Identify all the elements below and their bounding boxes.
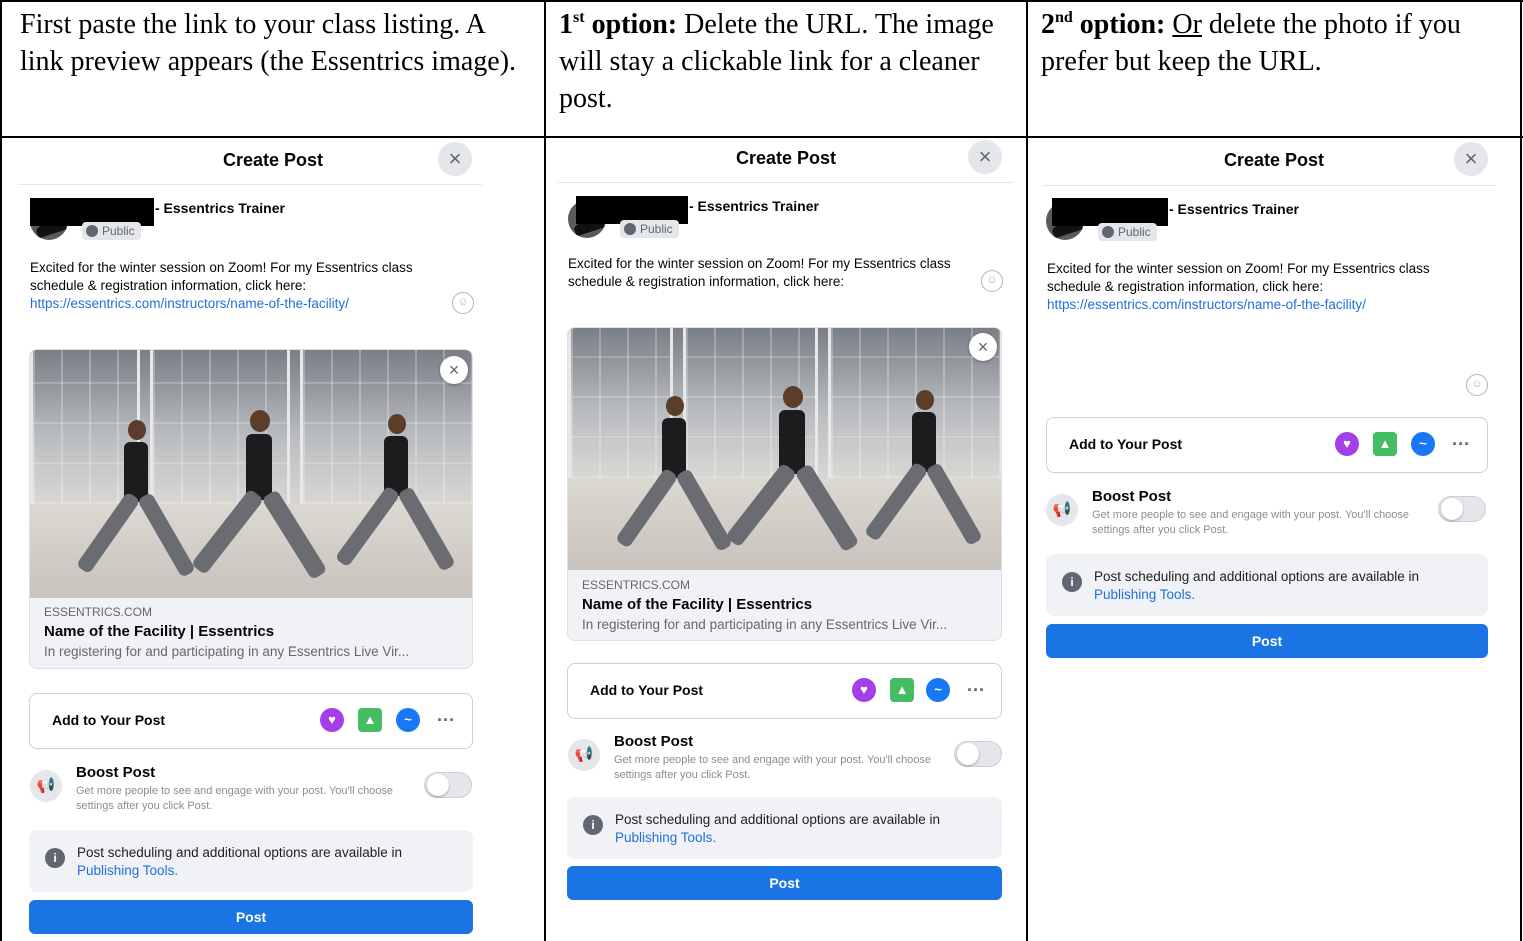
photo-video-icon[interactable]: ▲ — [890, 678, 914, 702]
add-to-post-label: Add to Your Post — [590, 682, 704, 698]
post-button[interactable]: Post — [29, 900, 473, 934]
remove-preview-icon[interactable]: × — [440, 356, 468, 384]
scheduling-info: i Post scheduling and additional options… — [567, 797, 1002, 859]
panel-title: Create Post — [1223, 150, 1325, 170]
globe-icon — [624, 223, 636, 235]
close-icon[interactable]: × — [968, 140, 1002, 174]
photo-video-icon[interactable]: ▲ — [358, 708, 382, 732]
messenger-icon[interactable]: ~ — [396, 708, 420, 732]
boost-post-description: Get more people to see and engage with y… — [76, 785, 394, 812]
messenger-icon[interactable]: ~ — [926, 678, 950, 702]
boost-post-description: Get more people to see and engage with y… — [614, 754, 932, 781]
boost-post-row: 📢 Boost Post Get more people to see and … — [568, 733, 1003, 789]
panel-title: Create Post — [735, 148, 837, 168]
user-name: - Essentrics Trainer — [155, 200, 285, 216]
tag-people-icon[interactable]: ♥ — [320, 708, 344, 732]
tag-people-icon[interactable]: ♥ — [1335, 432, 1359, 456]
scheduling-info: i Post scheduling and additional options… — [29, 830, 473, 892]
tag-people-icon[interactable]: ♥ — [852, 678, 876, 702]
audience-selector[interactable]: Public — [82, 222, 141, 240]
more-options-icon[interactable]: ··· — [1449, 435, 1473, 459]
info-icon: i — [583, 815, 603, 835]
table-border-right — [1520, 0, 1522, 941]
close-icon[interactable]: × — [1454, 142, 1488, 176]
info-icon: i — [45, 848, 65, 868]
publishing-tools-link[interactable]: Publishing Tools. — [1094, 587, 1195, 602]
globe-icon — [1102, 226, 1114, 238]
preview-title: Name of the Facility | Essentrics — [44, 623, 275, 640]
audience-selector[interactable]: Public — [620, 220, 679, 238]
caption-option-2: 2nd option: Or delete the photo if you p… — [1041, 9, 1461, 77]
preview-title: Name of the Facility | Essentrics — [582, 596, 813, 613]
link-preview[interactable]: × ESSENTRICS.COM Name of the Facility | … — [567, 327, 1002, 641]
create-post-panel-2: Create Post × - Essentrics Trainer Publi… — [546, 138, 1026, 941]
redacted-name — [1052, 198, 1168, 226]
remove-preview-icon[interactable]: × — [969, 333, 997, 361]
boost-toggle[interactable] — [424, 772, 472, 798]
preview-domain: ESSENTRICS.COM — [582, 578, 691, 592]
user-name: - Essentrics Trainer — [1169, 201, 1299, 217]
boost-post-title: Boost Post — [1092, 488, 1172, 505]
add-to-post-bar: Add to Your Post ♥ ▲ ~ ··· — [29, 693, 473, 749]
preview-description: In registering for and participating in … — [582, 617, 948, 632]
post-url[interactable]: https://essentrics.com/instructors/name-… — [30, 295, 460, 313]
megaphone-icon: 📢 — [568, 739, 600, 771]
boost-toggle[interactable] — [1438, 496, 1486, 522]
boost-post-row: 📢 Boost Post Get more people to see and … — [1046, 488, 1488, 544]
megaphone-icon: 📢 — [30, 770, 62, 802]
scheduling-info: i Post scheduling and additional options… — [1046, 554, 1488, 616]
boost-post-title: Boost Post — [614, 733, 694, 750]
info-icon: i — [1062, 572, 1082, 592]
add-to-post-bar: Add to Your Post ♥ ▲ ~ ··· — [1046, 417, 1488, 473]
messenger-icon[interactable]: ~ — [1411, 432, 1435, 456]
table-border-top — [0, 0, 1523, 2]
caption-option-1: 1st option: Delete the URL. The image wi… — [559, 9, 994, 114]
post-text[interactable]: Excited for the winter session on Zoom! … — [30, 259, 460, 313]
create-post-panel-1: Create Post × - Essentrics Trainer Publi… — [2, 138, 544, 941]
more-options-icon[interactable]: ··· — [434, 711, 458, 735]
user-name: - Essentrics Trainer — [689, 198, 819, 214]
boost-post-description: Get more people to see and engage with y… — [1092, 509, 1410, 536]
post-button[interactable]: Post — [1046, 624, 1488, 658]
preview-meta: ESSENTRICS.COM Name of the Facility | Es… — [568, 578, 1001, 632]
emoji-icon[interactable]: ☺ — [452, 292, 474, 314]
preview-domain: ESSENTRICS.COM — [44, 605, 153, 619]
add-to-post-bar: Add to Your Post ♥ ▲ ~ ··· — [567, 663, 1002, 719]
divider — [558, 182, 1014, 183]
preview-description: In registering for and participating in … — [44, 644, 410, 659]
link-preview[interactable]: × ESSENTRICS.COM Name of the Facility | … — [29, 349, 473, 669]
divider — [1042, 185, 1496, 186]
preview-photo — [30, 350, 472, 598]
post-text[interactable]: Excited for the winter session on Zoom! … — [568, 255, 988, 291]
caption-step-1: First paste the link to your class listi… — [20, 9, 517, 77]
create-post-panel-3: Create Post × - Essentrics Trainer Publi… — [1028, 138, 1520, 941]
emoji-icon[interactable]: ☺ — [1466, 374, 1488, 396]
add-to-post-label: Add to Your Post — [1069, 436, 1183, 452]
divider — [18, 184, 482, 185]
audience-selector[interactable]: Public — [1098, 223, 1157, 241]
publishing-tools-link[interactable]: Publishing Tools. — [615, 830, 716, 845]
post-button[interactable]: Post — [567, 866, 1002, 900]
preview-meta: ESSENTRICS.COM Name of the Facility | Es… — [30, 605, 472, 659]
post-text[interactable]: Excited for the winter session on Zoom! … — [1047, 260, 1487, 314]
boost-toggle[interactable] — [954, 741, 1002, 767]
post-url[interactable]: https://essentrics.com/instructors/name-… — [1047, 296, 1487, 314]
more-options-icon[interactable]: ··· — [964, 681, 988, 705]
boost-post-title: Boost Post — [76, 764, 156, 781]
publishing-tools-link[interactable]: Publishing Tools. — [77, 863, 178, 878]
add-to-post-label: Add to Your Post — [52, 712, 166, 728]
preview-photo — [568, 328, 1001, 570]
megaphone-icon: 📢 — [1046, 494, 1078, 526]
boost-post-row: 📢 Boost Post Get more people to see and … — [30, 764, 474, 820]
globe-icon — [86, 225, 98, 237]
close-icon[interactable]: × — [438, 142, 472, 176]
emoji-icon[interactable]: ☺ — [981, 270, 1003, 292]
photo-video-icon[interactable]: ▲ — [1373, 432, 1397, 456]
